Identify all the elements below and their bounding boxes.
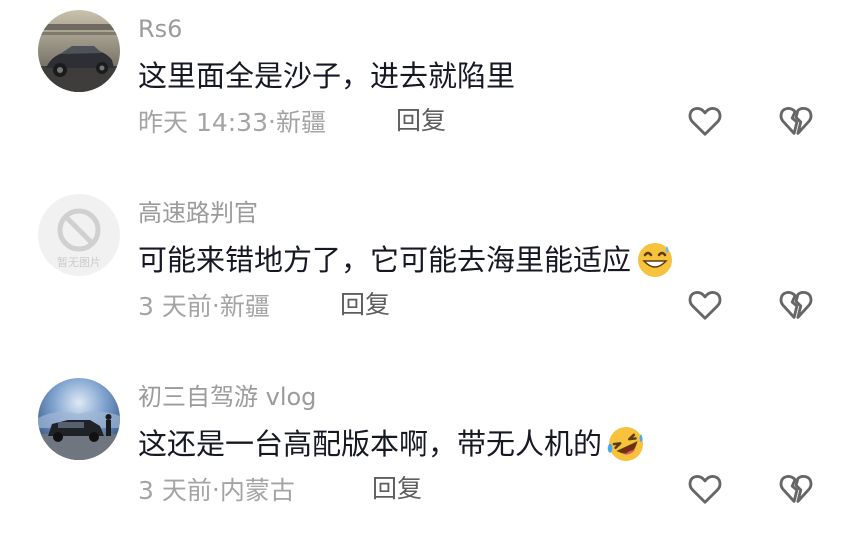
avatar-watermark: 暂无图片 [57,256,101,269]
meta-separator: · [268,106,276,136]
comment-location: 内蒙古 [219,476,295,505]
username[interactable]: 初三自驾游 vlog [138,382,316,412]
comment-text-content: 可能来错地方了，它可能去海里能适应 [138,243,632,277]
comment-location: 新疆 [219,292,270,321]
rolling-laughing-emoji-icon [606,424,646,464]
meta-separator: · [211,474,220,504]
comment-text: 可能来错地方了，它可能去海里能适应 [138,240,675,280]
comment-meta: 3 天前 · 内蒙古 [138,472,295,506]
avatar[interactable] [38,378,120,460]
comment-location: 新疆 [275,108,326,137]
comment-text: 这里面全是沙子，进去就陷里 [138,56,515,96]
meta-separator: · [211,290,220,320]
comment-item: 初三自驾游 vlog 这还是一台高配版本啊，带无人机的 3 天前 · 内蒙古 回… [0,368,852,547]
reply-button[interactable]: 回复 [340,288,390,322]
broken-heart-outline-icon[interactable] [777,102,815,140]
comment-text-content: 这还是一台高配版本啊，带无人机的 [138,427,603,461]
no-image-placeholder-icon: 暂无图片 [38,194,120,276]
heart-outline-icon[interactable] [686,470,724,508]
comment-meta: 昨天 14:33 · 新疆 [138,104,326,138]
comment-item: Rs6 这里面全是沙子，进去就陷里 昨天 14:33 · 新疆 回复 [0,0,852,180]
broken-heart-outline-icon[interactable] [777,470,815,508]
reply-button[interactable]: 回复 [372,472,422,506]
username[interactable]: Rs6 [138,14,182,44]
comment-text-content: 这里面全是沙子，进去就陷里 [138,59,516,93]
grinning-sweat-emoji-icon [635,240,675,280]
avatar[interactable]: 暂无图片 [38,194,120,276]
comment-time: 3 天前 [138,292,212,321]
comment-item: 暂无图片 高速路判官 可能来错地方了，它可能去海里能适应 3 天前 · 新疆 回… [0,184,852,364]
car-avatar-image [38,10,120,92]
comment-time: 3 天前 [138,476,212,505]
comment-time: 昨天 14:33 [138,108,268,137]
comment-meta: 3 天前 · 新疆 [138,288,270,322]
heart-outline-icon[interactable] [686,286,724,324]
comment-list: Rs6 这里面全是沙子，进去就陷里 昨天 14:33 · 新疆 回复 暂无图片 … [0,0,852,547]
comment-text: 这还是一台高配版本啊，带无人机的 [138,424,646,464]
broken-heart-outline-icon[interactable] [777,286,815,324]
username[interactable]: 高速路判官 [138,198,258,228]
reply-button[interactable]: 回复 [396,104,446,138]
avatar[interactable] [38,10,120,92]
heart-outline-icon[interactable] [686,102,724,140]
suv-avatar-image [38,378,120,460]
